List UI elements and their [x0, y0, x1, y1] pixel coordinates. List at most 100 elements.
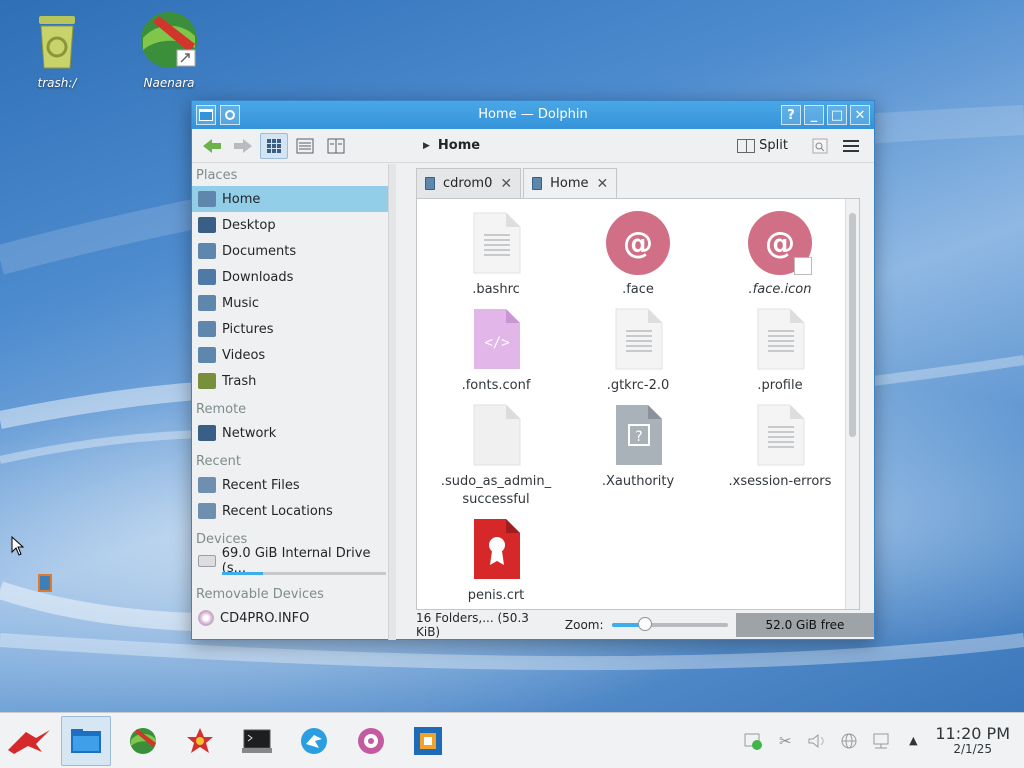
taskbar-app-blue[interactable]	[289, 716, 339, 766]
places-item-music[interactable]: Music	[192, 290, 396, 316]
recent-header: Recent	[196, 454, 241, 469]
optical-disc-icon	[198, 610, 214, 626]
network-wired-icon[interactable]	[871, 731, 891, 751]
taskbar-app-red[interactable]	[175, 716, 225, 766]
tab-home[interactable]: Home ✕	[523, 168, 618, 198]
small-desktop-icon[interactable]	[38, 574, 52, 592]
file-name: .sudo_as_admin_	[440, 474, 552, 489]
free-space-label: 52.0 GiB free	[765, 618, 845, 632]
split-button[interactable]: Split	[737, 138, 788, 153]
file-item[interactable]: penis.crt	[431, 517, 561, 605]
window-titlebar[interactable]: Home — Dolphin ? _ □ ✕	[192, 101, 874, 129]
file-item[interactable]: @ .face	[573, 211, 703, 299]
close-button[interactable]: ✕	[850, 105, 870, 125]
file-item[interactable]: .gtkrc-2.0	[573, 307, 703, 395]
places-item-label: Home	[222, 191, 261, 207]
file-item[interactable]: </> .fonts.conf	[431, 307, 561, 395]
places-item-label: Trash	[222, 373, 257, 389]
file-view-scrollbar[interactable]	[845, 199, 859, 609]
taskbar-terminal[interactable]	[232, 716, 282, 766]
application-launcher[interactable]	[4, 716, 54, 766]
breadcrumb-home[interactable]: Home	[438, 138, 480, 153]
file-name-line2: successful	[462, 492, 530, 507]
places-item-trash[interactable]: Trash	[192, 368, 396, 394]
zoom-label: Zoom:	[564, 618, 604, 632]
text-document-icon	[748, 403, 812, 467]
places-item-label: Desktop	[222, 217, 276, 233]
breadcrumb[interactable]: ▶ Home	[423, 138, 480, 153]
recent-files-icon	[198, 477, 216, 493]
clipboard-scissors-icon[interactable]: ✂	[775, 731, 795, 751]
places-item-pictures[interactable]: Pictures	[192, 316, 396, 342]
taskbar-app-box[interactable]	[403, 716, 453, 766]
compact-view-button[interactable]	[322, 133, 350, 159]
search-toggle-button[interactable]	[806, 133, 834, 159]
places-item-documents[interactable]: Documents	[192, 238, 396, 264]
keep-above-button[interactable]	[220, 105, 240, 125]
window-menu-button[interactable]	[196, 105, 216, 125]
tray-expand-icon[interactable]: ▲	[903, 731, 923, 751]
icons-view-button[interactable]	[260, 132, 288, 159]
svg-text:</>: </>	[484, 335, 509, 351]
file-item[interactable]: .sudo_as_admin_ successful	[431, 403, 561, 509]
digital-clock[interactable]: 11:20 PM 2/1/25	[935, 725, 1010, 756]
file-item[interactable]: @ .face.icon	[715, 211, 845, 299]
scrollbar-thumb[interactable]	[849, 213, 856, 437]
content-area: cdrom0 ✕ Home ✕ .bashrc @ .face @ .face.icon…	[414, 164, 874, 640]
file-name: .gtkrc-2.0	[606, 378, 670, 393]
help-button[interactable]: ?	[781, 105, 801, 125]
status-bar: 16 Folders,... (50.3 KiB) Zoom: 52.0 GiB…	[414, 610, 874, 640]
maximize-button[interactable]: □	[827, 105, 847, 125]
file-item[interactable]: .xsession-errors	[715, 403, 845, 491]
tab-close-icon[interactable]: ✕	[596, 176, 608, 192]
volume-icon[interactable]	[807, 731, 827, 751]
places-item-network[interactable]: Network	[192, 420, 396, 446]
places-item-recent-files[interactable]: Recent Files	[192, 472, 396, 498]
places-item-internal-drive[interactable]: 69.0 GiB Internal Drive (s...	[192, 546, 396, 576]
trash-folder-icon	[198, 373, 216, 389]
taskbar-app-pink[interactable]	[346, 716, 396, 766]
file-item[interactable]: .profile	[715, 307, 845, 395]
places-item-downloads[interactable]: Downloads	[192, 264, 396, 290]
taskbar: ✂ ▲ 11:20 PM 2/1/25	[0, 712, 1024, 768]
taskbar-dolphin[interactable]	[61, 715, 111, 766]
places-item-desktop[interactable]: Desktop	[192, 212, 396, 238]
xml-document-icon: </>	[464, 307, 528, 371]
zoom-slider-handle[interactable]	[637, 617, 652, 631]
places-item-cdrom[interactable]: CD4PRO.INFO	[192, 605, 396, 631]
file-item[interactable]: ? .Xauthority	[573, 403, 703, 491]
taskbar-naenara[interactable]	[118, 716, 168, 766]
desktop-icon-trash[interactable]: trash:/	[12, 8, 102, 90]
free-space-indicator[interactable]: 52.0 GiB free	[735, 613, 874, 637]
forward-button[interactable]	[229, 133, 257, 159]
details-view-button[interactable]	[291, 133, 319, 159]
updates-icon[interactable]	[743, 731, 763, 751]
file-item[interactable]: .bashrc	[431, 211, 561, 299]
text-document-icon	[464, 211, 528, 275]
desktop-icon-naenara[interactable]: Naenara	[124, 8, 214, 90]
drive-usage-bar	[222, 572, 386, 575]
places-item-videos[interactable]: Videos	[192, 342, 396, 368]
downloads-folder-icon	[198, 269, 216, 285]
mouse-cursor-icon	[11, 536, 25, 556]
zoom-slider[interactable]	[611, 617, 728, 631]
pictures-folder-icon	[198, 321, 216, 337]
places-scrollbar[interactable]	[388, 164, 396, 640]
network-globe-icon[interactable]	[839, 731, 859, 751]
places-item-home[interactable]: Home	[192, 186, 396, 212]
globe-icon	[137, 8, 201, 72]
compact-view-icon	[327, 138, 345, 153]
tab-close-icon[interactable]: ✕	[500, 176, 512, 192]
file-view[interactable]: .bashrc @ .face @ .face.icon </> .fonts.conf .g…	[416, 198, 860, 610]
package-icon	[414, 726, 442, 755]
file-name: .xsession-errors	[728, 474, 832, 489]
tab-cdrom0[interactable]: cdrom0 ✕	[416, 168, 522, 198]
home-folder-icon	[198, 191, 216, 207]
back-button[interactable]	[198, 133, 226, 159]
minimize-button[interactable]: _	[804, 105, 824, 125]
places-item-label: Pictures	[222, 321, 274, 337]
places-item-recent-locations[interactable]: Recent Locations	[192, 498, 396, 524]
hamburger-menu-button[interactable]	[837, 133, 865, 159]
desktop-folder-icon	[198, 217, 216, 233]
documents-folder-icon	[198, 243, 216, 259]
